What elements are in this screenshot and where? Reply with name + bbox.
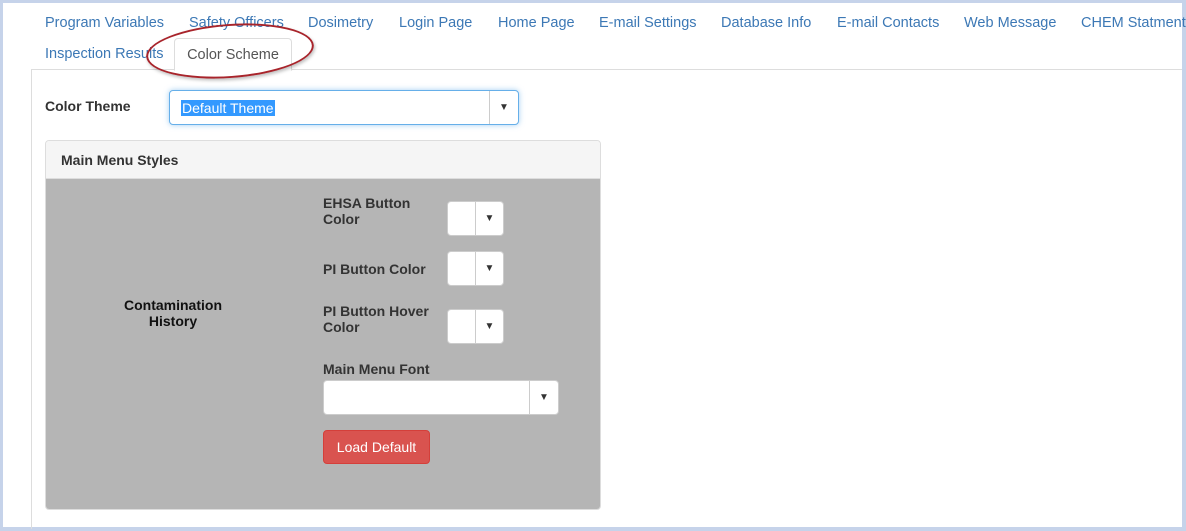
- pi-button-hover-color-label: PI Button Hover Color: [323, 303, 429, 335]
- color-theme-select[interactable]: Default Theme ▼: [169, 90, 519, 125]
- panel-title: Main Menu Styles: [46, 141, 600, 179]
- main-menu-font-label: Main Menu Font: [323, 361, 430, 377]
- pi-button-hover-color-picker[interactable]: ▼: [447, 309, 504, 344]
- ehsa-button-color-label: EHSA Button Color: [323, 195, 411, 227]
- ehsa-button-color-picker[interactable]: ▼: [447, 201, 504, 236]
- tab-program-variables[interactable]: Program Variables: [45, 13, 164, 33]
- settings-window: Program Variables Safety Officers Dosime…: [0, 0, 1186, 531]
- tab-safety-officers[interactable]: Safety Officers: [189, 13, 284, 33]
- menu-preview-text: Contamination History: [124, 297, 222, 329]
- load-default-button[interactable]: Load Default: [323, 430, 430, 464]
- caret-down-icon[interactable]: ▼: [529, 381, 558, 414]
- tab-database-info[interactable]: Database Info: [721, 13, 811, 33]
- content-border: [31, 69, 32, 529]
- main-menu-styles-panel: Main Menu Styles Contamination History E…: [45, 140, 601, 510]
- caret-down-icon[interactable]: ▼: [475, 202, 503, 235]
- main-menu-font-select[interactable]: ▼: [323, 380, 559, 415]
- caret-down-icon[interactable]: ▼: [475, 310, 503, 343]
- tab-home-page[interactable]: Home Page: [498, 13, 575, 33]
- tab-chem-statment[interactable]: CHEM Statment: [1081, 13, 1186, 33]
- tab-email-contacts[interactable]: E-mail Contacts: [837, 13, 939, 33]
- panel-body: Contamination History EHSA Button Color …: [46, 179, 600, 509]
- tab-email-settings[interactable]: E-mail Settings: [599, 13, 697, 33]
- caret-down-icon[interactable]: ▼: [475, 252, 503, 285]
- tab-color-scheme[interactable]: Color Scheme: [174, 38, 292, 71]
- tab-dosimetry[interactable]: Dosimetry: [308, 13, 373, 33]
- caret-down-icon[interactable]: ▼: [489, 91, 518, 124]
- pi-button-color-picker[interactable]: ▼: [447, 251, 504, 286]
- color-theme-value: Default Theme: [181, 100, 275, 116]
- tab-login-page[interactable]: Login Page: [399, 13, 472, 33]
- tab-web-message[interactable]: Web Message: [964, 13, 1056, 33]
- tab-inspection-results[interactable]: Inspection Results: [45, 44, 163, 64]
- color-theme-label: Color Theme: [45, 98, 131, 114]
- pi-button-color-label: PI Button Color: [323, 261, 426, 277]
